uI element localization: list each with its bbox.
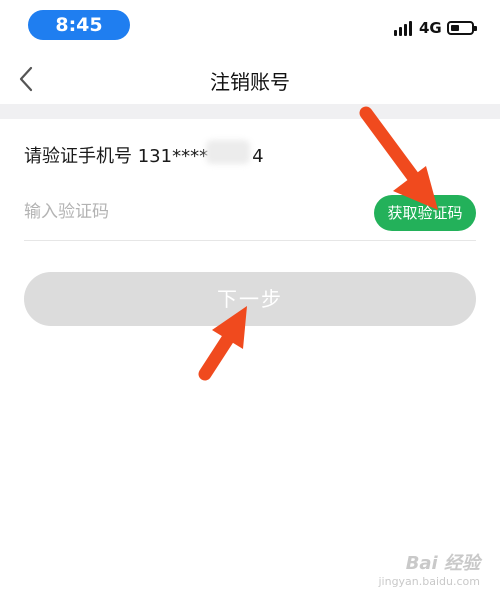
input-divider: [24, 240, 476, 241]
phone-redaction-blur: [206, 140, 250, 164]
watermark-logo: Bai 经验 jingyan.baidu.com: [378, 553, 480, 588]
nav-bar: 注销账号: [0, 54, 500, 104]
battery-icon: [447, 21, 477, 35]
section-divider: [0, 104, 500, 119]
page-title: 注销账号: [210, 70, 290, 94]
phone-suffix: 4: [252, 146, 264, 167]
status-time: 8:45: [28, 10, 130, 40]
status-bar: 8:45 4G: [0, 0, 500, 50]
signal-icon: [394, 20, 414, 36]
network-label: 4G: [419, 19, 442, 37]
phone-prompt-text: 请验证手机号 131****: [24, 146, 209, 167]
verification-code-input[interactable]: [24, 196, 364, 228]
get-code-button[interactable]: 获取验证码: [374, 195, 476, 231]
next-step-button[interactable]: 下一步: [24, 272, 476, 326]
